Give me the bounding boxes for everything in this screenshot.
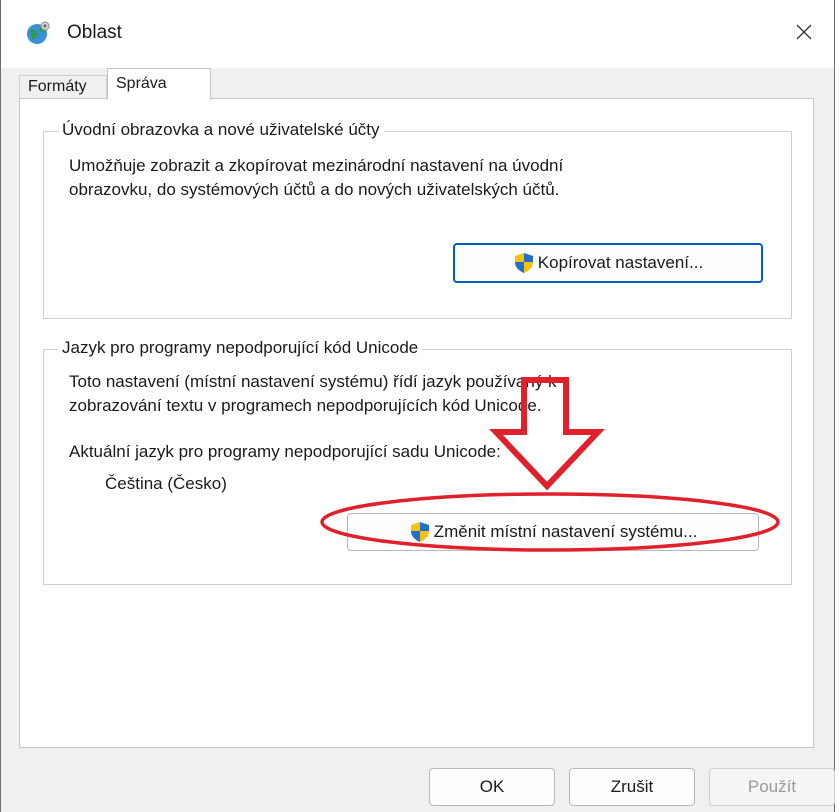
non-unicode-group-description: Toto nastavení (místní nastavení systému… xyxy=(69,372,557,415)
non-unicode-group: Jazyk pro programy nepodporující kód Uni… xyxy=(43,338,792,585)
welcome-group-legend: Úvodní obrazovka a nové uživatelské účty xyxy=(58,120,384,140)
apply-button[interactable]: Použít xyxy=(709,768,835,806)
welcome-screen-group: Úvodní obrazovka a nové uživatelské účty… xyxy=(43,120,792,319)
close-icon xyxy=(795,23,813,46)
tab-panel-administrative: Úvodní obrazovka a nové uživatelské účty… xyxy=(19,98,814,748)
uac-shield-icon xyxy=(409,521,431,543)
uac-shield-icon xyxy=(513,252,535,274)
close-button[interactable] xyxy=(774,0,834,68)
title-bar: Oblast xyxy=(1,0,834,68)
copy-settings-label: Kopírovat nastavení... xyxy=(537,253,704,272)
change-system-locale-label: Změnit místní nastavení systému... xyxy=(433,522,698,541)
region-dialog: Oblast Formáty Správa Úvodní obrazovka a… xyxy=(0,0,835,812)
welcome-group-description: Umožňuje zobrazit a zkopírovat mezinárod… xyxy=(69,156,564,199)
change-system-locale-button[interactable]: Změnit místní nastavení systému... xyxy=(347,513,759,551)
current-language-value: Čeština (Česko) xyxy=(105,474,227,493)
non-unicode-group-legend: Jazyk pro programy nepodporující kód Uni… xyxy=(58,338,423,358)
tab-formats[interactable]: Formáty xyxy=(19,75,107,99)
window-title: Oblast xyxy=(67,22,122,43)
copy-settings-button[interactable]: Kopírovat nastavení... xyxy=(453,243,763,283)
tab-administrative[interactable]: Správa xyxy=(107,68,211,100)
globe-icon xyxy=(25,20,51,46)
ok-button[interactable]: OK xyxy=(429,768,555,806)
cancel-button[interactable]: Zrušit xyxy=(569,768,695,806)
current-language-label: Aktuální jazyk pro programy nepodporujíc… xyxy=(69,442,501,461)
